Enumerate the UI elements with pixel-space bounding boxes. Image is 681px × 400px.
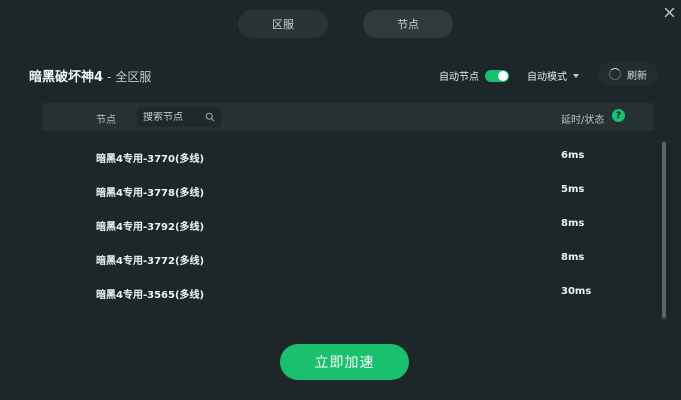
game-separator: - [107, 70, 112, 84]
node-name: 暗黑4专用-3792(多线) [96, 222, 205, 233]
node-latency: 8ms [561, 218, 585, 229]
node-latency: 30ms [561, 286, 592, 297]
node-row[interactable]: 暗黑4专用-3770(多线) 6ms [42, 140, 654, 174]
node-name: 暗黑4专用-3778(多线) [96, 188, 205, 199]
refresh-button[interactable]: 刷新 [598, 62, 658, 86]
node-row[interactable]: 暗黑4专用-3565(多线) 30ms [42, 276, 654, 310]
refresh-label: 刷新 [627, 70, 647, 82]
caret-down-icon [573, 73, 579, 78]
auto-node-toggle[interactable] [485, 69, 509, 82]
spinner-icon [609, 68, 621, 80]
node-latency: 8ms [561, 252, 585, 263]
node-name: 暗黑4专用-3770(多线) [96, 154, 205, 165]
node-name: 暗黑4专用-3565(多线) [96, 290, 205, 301]
auto-mode-label: 自动模式 [527, 72, 567, 83]
boost-button[interactable]: 立即加速 [280, 344, 409, 380]
latency-column-header: 延时/状态 [561, 115, 605, 126]
auto-node-control: 自动节点 [439, 68, 509, 83]
tab-node[interactable]: 节点 [363, 10, 453, 38]
node-list: 暗黑4专用-3770(多线) 6ms 暗黑4专用-3778(多线) 5ms 暗黑… [42, 140, 654, 310]
search-box [137, 107, 221, 127]
help-icon[interactable]: ? [612, 109, 625, 122]
game-name: 暗黑破坏神4 [29, 70, 104, 85]
top-tabs: 区服 节点 [238, 10, 453, 38]
toggle-knob [498, 70, 508, 81]
tab-region[interactable]: 区服 [238, 10, 328, 38]
node-row[interactable]: 暗黑4专用-3772(多线) 8ms [42, 242, 654, 276]
scrollbar[interactable] [662, 140, 666, 320]
search-input[interactable] [143, 111, 205, 123]
scrollbar-thumb[interactable] [662, 142, 666, 318]
search-icon[interactable] [205, 112, 215, 122]
game-region: 全区服 [115, 70, 152, 84]
node-latency: 5ms [561, 184, 585, 195]
node-row[interactable]: 暗黑4专用-3792(多线) 8ms [42, 208, 654, 242]
game-title: 暗黑破坏神4 - 全区服 [29, 66, 151, 85]
node-row[interactable]: 暗黑4专用-3778(多线) 5ms [42, 174, 654, 208]
auto-mode-dropdown[interactable]: 自动模式 [527, 68, 579, 83]
node-latency: 6ms [561, 150, 585, 161]
list-header: 节点 延时/状态 ? [42, 103, 654, 131]
auto-node-label: 自动节点 [439, 72, 479, 83]
close-icon[interactable] [661, 4, 677, 20]
node-column-header: 节点 [96, 115, 116, 126]
node-name: 暗黑4专用-3772(多线) [96, 256, 205, 267]
